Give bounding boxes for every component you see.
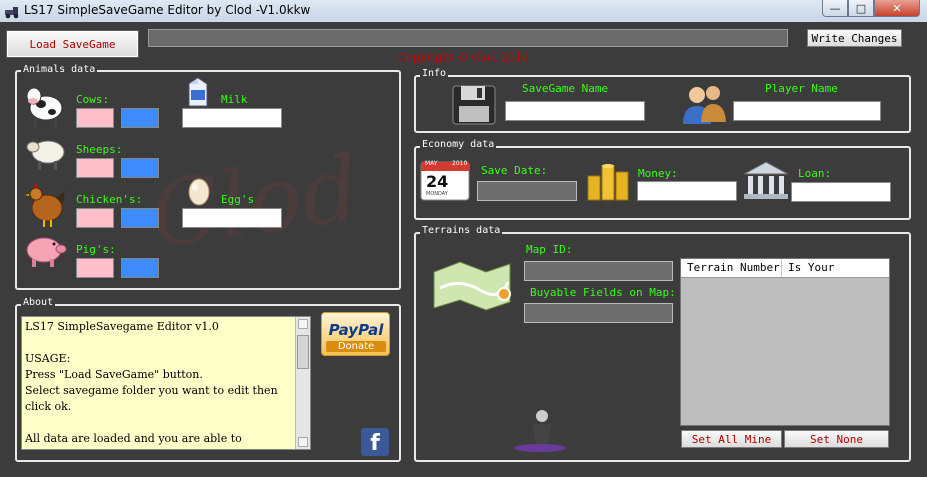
is-your-column-header[interactable]: Is Your bbox=[782, 259, 840, 277]
milk-carton-icon bbox=[188, 77, 208, 107]
window-title: LS17 SimpleSaveGame Editor by Clod -V1.0… bbox=[24, 3, 311, 17]
floppy-disk-icon bbox=[452, 85, 496, 125]
eggs-label: Egg's bbox=[221, 193, 255, 206]
scroll-down-arrow-icon[interactable] bbox=[298, 437, 308, 447]
sheeps-value-field[interactable] bbox=[121, 158, 159, 178]
terrain-table-header: Terrain Number Is Your bbox=[681, 259, 889, 278]
calendar-day: 24 bbox=[426, 172, 449, 191]
money-coins-icon bbox=[587, 164, 629, 201]
scroll-thumb[interactable] bbox=[297, 335, 309, 369]
eggs-field[interactable] bbox=[182, 208, 282, 228]
player-name-label: Player Name bbox=[765, 82, 838, 95]
savegame-name-field[interactable] bbox=[505, 101, 645, 121]
terrains-group-title: Terrains data bbox=[420, 225, 503, 236]
copyright-text: Copyright © Clod 2016 bbox=[398, 51, 529, 64]
sheeps-count-field[interactable] bbox=[76, 158, 114, 178]
close-button[interactable]: ✕ bbox=[874, 0, 920, 17]
set-all-mine-button[interactable]: Set All Mine bbox=[681, 430, 782, 448]
map-id-field[interactable] bbox=[524, 261, 673, 281]
cows-count-field[interactable] bbox=[76, 108, 114, 128]
sheep-icon bbox=[26, 140, 65, 170]
scroll-up-arrow-icon[interactable] bbox=[298, 319, 308, 329]
loan-label: Loan: bbox=[798, 167, 832, 180]
cows-value-field[interactable] bbox=[121, 108, 159, 128]
donate-label: Donate bbox=[326, 341, 386, 352]
milk-label: Milk bbox=[221, 93, 248, 106]
buyable-fields-label: Buyable Fields on Map: bbox=[530, 286, 676, 299]
pigs-count-field[interactable] bbox=[76, 258, 114, 278]
buyable-fields-field[interactable] bbox=[524, 303, 673, 323]
cow-icon bbox=[26, 87, 63, 127]
about-group-title: About bbox=[21, 297, 56, 308]
save-date-field[interactable] bbox=[477, 181, 577, 201]
save-date-label: Save Date: bbox=[481, 164, 548, 177]
money-label: Money: bbox=[638, 167, 678, 180]
cows-label: Cows: bbox=[76, 93, 110, 106]
map-icon bbox=[433, 261, 511, 311]
animals-group-title: Animals data bbox=[21, 64, 98, 75]
about-textarea[interactable]: LS17 SimpleSavegame Editor v1.0 USAGE: P… bbox=[21, 316, 311, 450]
sheeps-label: Sheeps: bbox=[76, 143, 123, 156]
money-field[interactable] bbox=[637, 181, 737, 201]
calendar-weekday: MONDAY bbox=[426, 191, 448, 197]
app-icon bbox=[5, 7, 19, 19]
loan-field[interactable] bbox=[791, 182, 891, 202]
about-scrollbar[interactable] bbox=[295, 317, 310, 449]
terrain-table[interactable]: Terrain Number Is Your bbox=[680, 258, 890, 426]
economy-group-title: Economy data bbox=[420, 139, 497, 150]
chickens-count-field[interactable] bbox=[76, 208, 114, 228]
load-savegame-button[interactable]: Load SaveGame bbox=[6, 30, 139, 58]
write-changes-button[interactable]: Write Changes bbox=[807, 29, 902, 47]
maximize-button[interactable]: □ bbox=[848, 0, 874, 17]
milk-field[interactable] bbox=[182, 108, 282, 128]
pigs-value-field[interactable] bbox=[121, 258, 159, 278]
paypal-logo-text: PayPal bbox=[328, 321, 384, 339]
chickens-value-field[interactable] bbox=[121, 208, 159, 228]
users-icon bbox=[683, 86, 726, 124]
savegame-name-label: SaveGame Name bbox=[522, 82, 609, 95]
chicken-icon bbox=[25, 183, 65, 227]
status-progress-bar bbox=[148, 29, 788, 47]
paypal-donate-button[interactable]: PayPal Donate bbox=[321, 312, 390, 356]
title-bar: LS17 SimpleSaveGame Editor by Clod -V1.0… bbox=[0, 0, 927, 23]
about-content: LS17 SimpleSavegame Editor v1.0 USAGE: P… bbox=[25, 320, 278, 445]
character-logo-icon bbox=[514, 410, 566, 452]
map-id-label: Map ID: bbox=[526, 243, 573, 256]
info-group-title: Info bbox=[420, 68, 449, 79]
calendar-year: 2010 bbox=[452, 160, 468, 167]
pigs-label: Pig's: bbox=[76, 243, 116, 256]
set-none-button[interactable]: Set None bbox=[784, 430, 889, 448]
chickens-label: Chicken's: bbox=[76, 193, 143, 206]
bank-icon bbox=[743, 161, 789, 199]
facebook-icon[interactable]: f bbox=[361, 428, 389, 456]
calendar-month: MAY bbox=[425, 160, 438, 167]
player-name-field[interactable] bbox=[733, 101, 881, 121]
egg-icon bbox=[188, 178, 210, 206]
terrain-number-column-header[interactable]: Terrain Number bbox=[681, 259, 782, 277]
minimize-button[interactable]: — bbox=[822, 0, 848, 17]
pig-icon bbox=[26, 237, 67, 267]
